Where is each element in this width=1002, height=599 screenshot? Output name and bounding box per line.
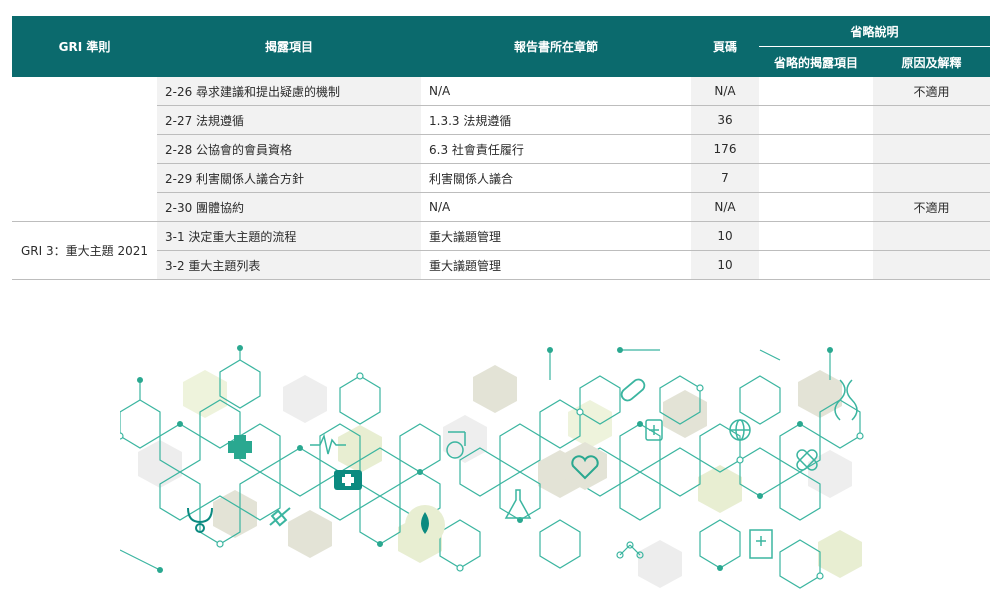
- page-cell: 176: [691, 134, 759, 164]
- standard-cell: GRI 3：重大主題 2021: [12, 221, 157, 280]
- omitted-item-cell: [759, 134, 873, 164]
- page-cell: 10: [691, 250, 759, 280]
- syringe-icon: [269, 507, 291, 527]
- header-omitted-item: 省略的揭露項目: [759, 46, 873, 77]
- header-standard: GRI 準則: [12, 16, 157, 77]
- table-row: GRI 3：重大主題 2021 3-1 決定重大主題的流程 重大議題管理 10: [12, 221, 991, 280]
- medical-hexagon-illustration: [120, 345, 864, 589]
- omitted-item-cell: [759, 221, 873, 251]
- disclosure-cell: 2-28 公協會的會員資格: [157, 134, 421, 164]
- first-aid-kit-icon: [334, 470, 362, 490]
- page-cell: 7: [691, 163, 759, 193]
- reason-cell: 不適用: [873, 77, 991, 106]
- page-cell: N/A: [691, 77, 759, 106]
- header-reason: 原因及解釋: [873, 46, 991, 77]
- omitted-item-cell: [759, 192, 873, 222]
- chapter-cell: N/A: [421, 192, 691, 222]
- reason-cell: [873, 250, 991, 280]
- disclosure-cell: 2-30 團體協約: [157, 192, 421, 222]
- header-disclosure: 揭露項目: [157, 16, 421, 77]
- page-cell: 36: [691, 105, 759, 135]
- reason-cell: [873, 134, 991, 164]
- omitted-item-cell: [759, 105, 873, 135]
- reason-cell: [873, 221, 991, 251]
- disclosure-cell: 3-1 決定重大主題的流程: [157, 221, 421, 251]
- table-row: 3-2 重大主題列表 重大議題管理 10: [12, 250, 991, 280]
- reason-cell: 不適用: [873, 192, 991, 222]
- chapter-cell: 重大議題管理: [421, 250, 691, 280]
- page-cell: 10: [691, 221, 759, 251]
- gri-index-table: GRI 準則 揭露項目 報告書所在章節 頁碼 省略說明 省略的揭露項目 原因及解…: [12, 16, 991, 280]
- disclosure-cell: 2-27 法規遵循: [157, 105, 421, 135]
- table-row: 2-30 團體協約 N/A N/A 不適用: [12, 192, 991, 222]
- omitted-item-cell: [759, 77, 873, 106]
- table-row: 2-28 公協會的會員資格 6.3 社會責任履行 176: [12, 134, 991, 164]
- blood-drop-icon: [405, 505, 445, 545]
- table-row: 2-29 利害關係人議合方針 利害關係人議合 7: [12, 163, 991, 193]
- chapter-cell: 重大議題管理: [421, 221, 691, 251]
- reason-cell: [873, 105, 991, 135]
- omitted-item-cell: [759, 163, 873, 193]
- header-chapter: 報告書所在章節: [421, 16, 691, 77]
- medical-report-icon: [749, 529, 773, 559]
- chapter-cell: N/A: [421, 77, 691, 106]
- standard-cell: [12, 77, 157, 222]
- chapter-cell: 利害關係人議合: [421, 163, 691, 193]
- chapter-cell: 6.3 社會責任履行: [421, 134, 691, 164]
- header-omission: 省略說明: [759, 16, 991, 47]
- medical-cross-icon: [228, 435, 252, 459]
- pill-icon: [620, 378, 646, 402]
- header-page: 頁碼: [691, 16, 759, 77]
- page-cell: N/A: [691, 192, 759, 222]
- table-row: 2-26 尋求建議和提出疑慮的機制 N/A N/A 不適用: [12, 77, 991, 222]
- omitted-item-cell: [759, 250, 873, 280]
- chapter-cell: 1.3.3 法規遵循: [421, 105, 691, 135]
- reason-cell: [873, 163, 991, 193]
- disclosure-cell: 2-26 尋求建議和提出疑慮的機制: [157, 77, 421, 106]
- disclosure-cell: 3-2 重大主題列表: [157, 250, 421, 280]
- table-row: 2-27 法規遵循 1.3.3 法規遵循 36: [12, 105, 991, 135]
- disclosure-cell: 2-29 利害關係人議合方針: [157, 163, 421, 193]
